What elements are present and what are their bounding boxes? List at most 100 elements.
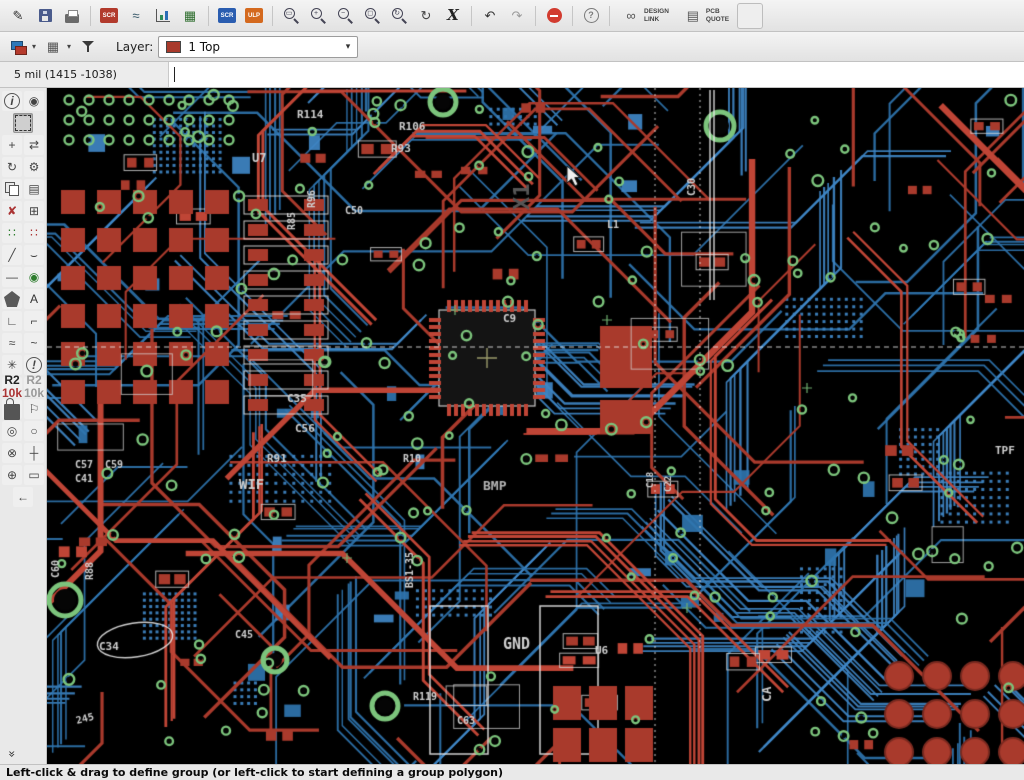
- name-icon: R210k: [4, 379, 20, 395]
- refresh-button[interactable]: ↻: [413, 3, 439, 29]
- refresh-icon: ↻: [417, 7, 435, 25]
- change-tool[interactable]: ⚙: [24, 157, 44, 177]
- zoom-in-button[interactable]: +: [305, 3, 331, 29]
- move-icon: +: [4, 137, 20, 153]
- grid-settings-button[interactable]: ▦: [40, 34, 66, 60]
- mark-tool[interactable]: ┼: [24, 443, 44, 463]
- extra-button[interactable]: [737, 3, 763, 29]
- info-tool[interactable]: i: [2, 91, 22, 111]
- move-tool[interactable]: +: [2, 135, 22, 155]
- zoom-redraw-button[interactable]: ↻: [386, 3, 412, 29]
- polygon-tool[interactable]: [2, 289, 22, 309]
- zoom-select-icon-glyph: ◻: [366, 10, 374, 18]
- name-tool[interactable]: R210k: [2, 377, 22, 397]
- route-icon: ∷: [4, 225, 20, 241]
- delete-icon: ✘: [4, 203, 20, 219]
- ulp-icon: ULP: [245, 8, 263, 23]
- label-tool[interactable]: ⚐: [24, 399, 44, 419]
- help-button[interactable]: ?: [578, 3, 604, 29]
- scr-blue-icon: SCR: [218, 8, 236, 23]
- scr-button[interactable]: SCR: [214, 3, 240, 29]
- palette-row: ←: [13, 487, 33, 507]
- copy-tool[interactable]: [2, 179, 22, 199]
- meander-tool[interactable]: ~: [24, 333, 44, 353]
- paste-tool[interactable]: ▤: [24, 179, 44, 199]
- ripup-tool[interactable]: ∷: [24, 223, 44, 243]
- arc-tool[interactable]: ⌣: [24, 245, 44, 265]
- arc-icon: ⌣: [26, 247, 42, 263]
- pcb-quote-button[interactable]: ▤PCBQUOTE: [677, 3, 736, 29]
- palette-row: ▤: [2, 179, 44, 199]
- layer-settings-button[interactable]: [5, 34, 31, 60]
- palette-row: R210k R210k: [2, 377, 44, 397]
- circle-tool[interactable]: ○: [24, 421, 44, 441]
- drill-tool[interactable]: ⊗: [2, 443, 22, 463]
- zoom-fit-button[interactable]: ▭: [278, 3, 304, 29]
- text-tool[interactable]: A: [24, 289, 44, 309]
- stop-button[interactable]: [541, 3, 567, 29]
- hole-tool[interactable]: ◎: [2, 421, 22, 441]
- print-button[interactable]: [59, 3, 85, 29]
- zoom-redraw-icon: ↻: [391, 7, 408, 24]
- design-link-button[interactable]: ∞DESIGNLINK: [615, 3, 676, 29]
- script-scr-icon: SCR: [100, 8, 118, 23]
- delete-tool[interactable]: ✘: [2, 201, 22, 221]
- redo-icon: ↷: [508, 7, 526, 25]
- palette-row: ✘⊞: [2, 201, 44, 221]
- route-tool[interactable]: ∷: [2, 223, 22, 243]
- line-tool[interactable]: —: [2, 267, 22, 287]
- via-tool[interactable]: ◉: [24, 267, 44, 287]
- back-tool[interactable]: ←: [13, 487, 33, 507]
- zoom-out-button[interactable]: −: [332, 3, 358, 29]
- palette-row: +⇄: [2, 135, 44, 155]
- undo-button[interactable]: ↶: [477, 3, 503, 29]
- ratsnest-tool[interactable]: ✳: [2, 355, 22, 375]
- layer-select[interactable]: 1 Top ▾: [158, 36, 358, 58]
- pcb-canvas[interactable]: [47, 88, 1024, 764]
- simulate-button[interactable]: ≈: [123, 3, 149, 29]
- errors-tool[interactable]: !: [24, 355, 44, 375]
- palette-expand-chevron-icon[interactable]: »: [5, 747, 19, 761]
- optimize-tool[interactable]: ⊕: [2, 465, 22, 485]
- ximage-button[interactable]: X: [440, 3, 466, 29]
- command-input[interactable]: [175, 62, 1024, 87]
- main-toolbar: ✎ SCR ≈ ▦ SCR ULP ▭ +− ◻ ↻ ↻ X ↶ ↷? ∞DESIGNLINK▤PCBQUO…: [0, 0, 1024, 32]
- value-tool[interactable]: R210k: [24, 377, 44, 397]
- lock-tool[interactable]: [2, 399, 22, 419]
- rect-tool[interactable]: ▭: [24, 465, 44, 485]
- errors-icon: !: [26, 357, 42, 373]
- help-icon: ?: [584, 8, 599, 23]
- ulp-button[interactable]: ULP: [241, 3, 267, 29]
- zoom-select-button[interactable]: ◻: [359, 3, 385, 29]
- value-icon: R210k: [26, 379, 42, 395]
- paste-icon: ▤: [26, 181, 42, 197]
- open-button[interactable]: ✎: [5, 3, 31, 29]
- palette-row: —◉: [2, 267, 44, 287]
- table-button[interactable]: ▦: [177, 3, 203, 29]
- status-bar: Left-click & drag to define group (or le…: [0, 764, 1024, 780]
- ratsnest-icon: ✳: [4, 357, 20, 373]
- signal-tool[interactable]: ≈: [2, 333, 22, 353]
- split-tool[interactable]: ⌐: [24, 311, 44, 331]
- filter-button[interactable]: [75, 34, 101, 60]
- wire-tool[interactable]: ╱: [2, 245, 22, 265]
- rotate-tool[interactable]: ↻: [2, 157, 22, 177]
- add-tool[interactable]: ⊞: [24, 201, 44, 221]
- save-button[interactable]: [32, 3, 58, 29]
- group-icon: [15, 115, 31, 131]
- miter-tool[interactable]: ∟: [2, 311, 22, 331]
- palette-row: ✳!: [2, 355, 44, 375]
- mirror-tool[interactable]: ⇄: [24, 135, 44, 155]
- parameter-toolbar: ▾▦▾ Layer: 1 Top ▾: [0, 32, 1024, 62]
- show-tool[interactable]: ◉: [24, 91, 44, 111]
- palette-row: ⊗┼: [2, 443, 44, 463]
- command-input-wrap: [168, 62, 1024, 87]
- split-icon: ⌐: [26, 313, 42, 329]
- zoom-fit-icon-glyph: ▭: [285, 10, 293, 18]
- redo-button[interactable]: ↷: [504, 3, 530, 29]
- ximage-icon: X: [444, 7, 462, 25]
- chart-button[interactable]: [150, 3, 176, 29]
- group-tool[interactable]: [13, 113, 33, 133]
- run-script-button[interactable]: SCR: [96, 3, 122, 29]
- zoom-out-icon: −: [337, 7, 354, 24]
